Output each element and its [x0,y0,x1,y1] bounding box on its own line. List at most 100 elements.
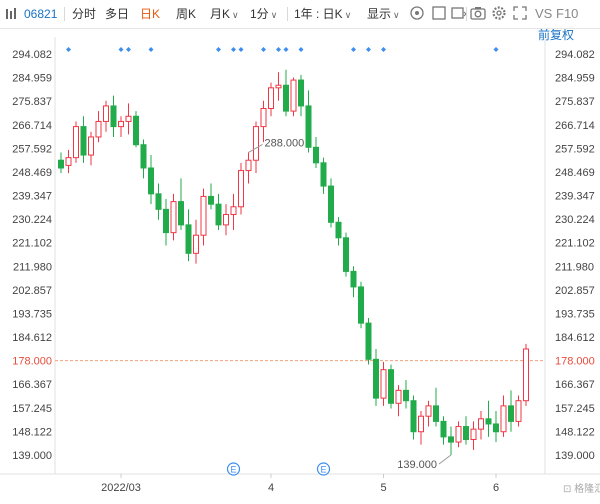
x-tick-label: 6 [493,482,499,494]
rectangle-icon[interactable] [451,5,467,21]
candle-down [58,159,64,169]
y-tick-label-right: 157.245 [555,403,595,415]
candle-down [163,208,169,234]
adjust-mode-button[interactable]: 前复权 [538,27,574,42]
candle-up [193,234,199,254]
y-tick-label-left: 239.347 [12,191,52,203]
dividend-marker [493,47,499,52]
tab-minute[interactable]: 1分 ∨ [250,5,277,24]
tab-intraday[interactable]: 分时 [72,5,96,23]
candle-up [73,126,79,159]
checkbox-icon[interactable] [431,5,447,21]
chevron-down-icon: ∨ [270,10,278,20]
dividend-marker [126,47,131,52]
y-tick-label-left: 266.714 [12,120,52,132]
dividend-marker [216,47,221,52]
y-tick-label-left: 202.857 [12,285,52,297]
candle-up [425,405,432,417]
candle-up [455,426,462,443]
candle-up [478,418,484,430]
dividend-marker [381,47,386,52]
y-tick-label-left: 230.224 [12,214,52,226]
candle-down [335,221,342,239]
candle-down [305,105,312,148]
y-tick-label-left: 221.102 [12,238,52,250]
expand-icon[interactable] [512,5,528,21]
vs-button[interactable]: VS [535,5,552,23]
dividend-marker [261,47,266,52]
y-tick-label-left: 139.000 [12,450,52,462]
tab-monthly-k[interactable]: 月K ∨ [210,5,239,24]
y-tick-label-right: 184.612 [555,332,595,344]
candle-down [215,203,222,226]
candle-up [103,105,109,122]
y-tick-label-left: 284.959 [12,73,52,85]
candle-down [493,423,499,433]
dividend-marker [298,47,304,52]
y-tick-label-left: 211.980 [13,261,52,273]
dividend-marker [351,47,356,52]
current-price-tag-left: 178.000 [12,356,52,368]
candle-up [65,157,72,166]
y-tick-label-left: 184.612 [12,332,52,344]
gear-icon[interactable] [491,5,507,21]
event-marker-label: E [320,465,326,475]
dividend-marker [66,47,71,52]
candle-down [313,146,319,164]
candle-down [350,270,357,288]
current-price-tag-right: 178.000 [555,356,595,368]
stock-code[interactable]: 06821 [24,5,57,23]
y-tick-label-right: 211.980 [555,261,594,273]
candle-down [373,358,379,399]
y-tick-label-left: 257.592 [12,143,52,155]
dividend-marker [238,47,244,52]
kline-chart-panel: 294.082 294.082 284.959 284.959 275.837 275.8… [0,27,600,499]
candle-down [298,79,304,107]
y-tick-label-left: 193.735 [12,308,52,320]
x-tick-label: 5 [380,482,386,494]
candle-down [148,167,154,195]
candle-up [515,400,522,422]
candle-up [170,201,177,234]
y-tick-label-right: 294.082 [555,49,595,61]
menu-icon[interactable] [6,7,16,19]
candle-down [448,436,454,443]
candle-down [80,126,87,156]
candle-down [433,405,439,422]
tab-multi-day[interactable]: 多日 [105,5,129,23]
y-tick-label-right: 202.857 [555,285,595,297]
candle-up [260,108,267,128]
y-tick-label-left: 275.837 [12,96,52,108]
y-tick-label-right: 148.122 [555,426,595,438]
candle-up [500,405,507,433]
chevron-down-icon: ∨ [393,10,400,20]
y-tick-label-right: 239.347 [555,191,595,203]
candle-up [253,126,259,161]
candle-down [485,418,492,425]
y-tick-label-right: 221.102 [555,238,595,250]
candle-down [178,201,184,226]
f10-button[interactable]: F10 [556,5,578,23]
y-tick-label-left: 148.122 [12,426,52,438]
display-menu[interactable]: 显示 ∨ [367,5,400,24]
chevron-down-icon: ∨ [232,10,239,20]
candle-down [140,144,147,169]
camera-icon[interactable] [470,5,486,21]
candlestick-chart[interactable]: 294.082 294.082 284.959 284.959 275.837 275.8… [0,27,600,499]
y-tick-label-left: 157.245 [12,403,52,415]
search-icon[interactable] [409,5,425,21]
range-selector[interactable]: 1年 : 日K ∨ [294,5,351,24]
candle-down [410,400,417,433]
dividend-marker [276,47,281,52]
dividend-marker [118,47,124,52]
candle-up [380,369,387,399]
y-tick-label-right: 266.714 [555,120,595,132]
candle-up [395,389,402,404]
chart-toolbar: 06821 分时 多日 日K 周K 月K ∨ 1分 ∨ 1年 : 日K ∨ 显示 ∨ V… [0,0,600,29]
tab-daily-k[interactable]: 日K [140,5,160,23]
candle-down [155,193,162,210]
candle-up [245,159,252,172]
y-tick-label-left: 248.469 [12,167,52,179]
candle-down [358,286,364,324]
tab-weekly-k[interactable]: 周K [176,5,196,23]
